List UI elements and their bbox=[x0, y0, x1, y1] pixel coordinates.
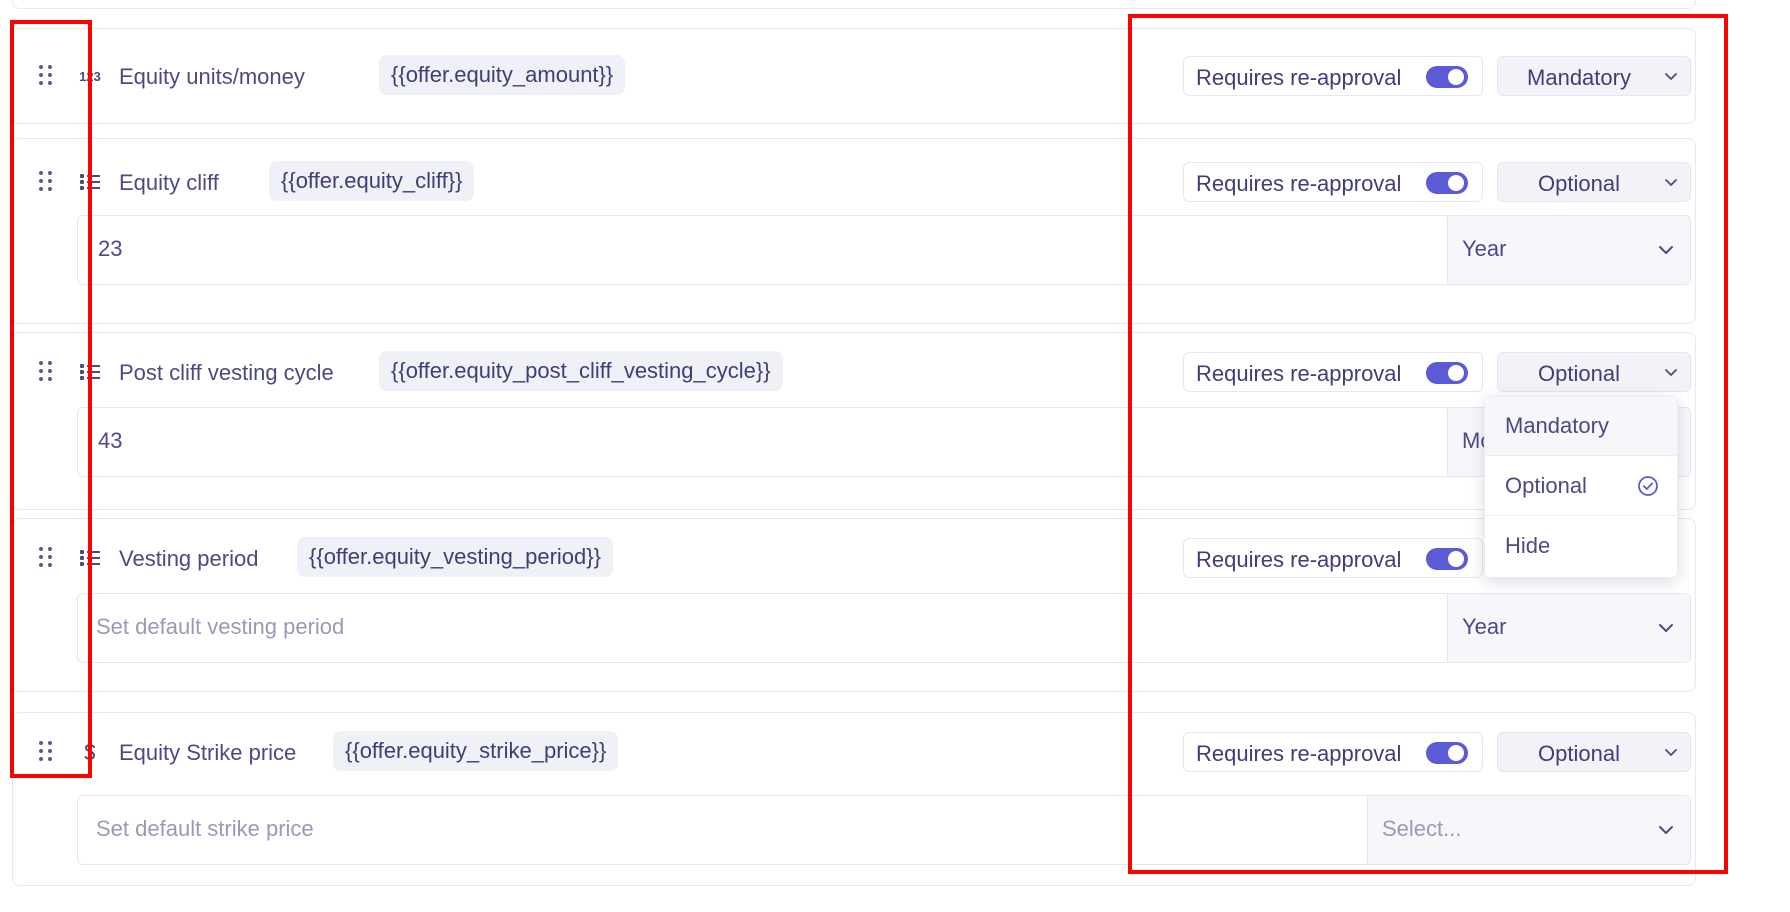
field-label: Equity cliff bbox=[119, 170, 219, 195]
field-label: Equity units/money bbox=[119, 64, 305, 89]
annotation-box-controls bbox=[1128, 14, 1728, 874]
field-label: Vesting period bbox=[119, 546, 259, 571]
field-label: Equity Strike price bbox=[119, 740, 297, 765]
variable-tag: {{offer.equity_amount}} bbox=[379, 55, 626, 95]
variable-tag: {{offer.equity_strike_price}} bbox=[333, 731, 619, 771]
variable-tag: {{offer.equity_cliff}} bbox=[269, 161, 475, 201]
previous-card-bottom bbox=[12, 0, 1696, 9]
variable-tag: {{offer.equity_post_cliff_vesting_cycle}… bbox=[379, 351, 783, 391]
input-placeholder: Set default strike price bbox=[96, 816, 314, 841]
variable-tag: {{offer.equity_vesting_period}} bbox=[297, 537, 613, 577]
input-value: 23 bbox=[98, 236, 123, 261]
annotation-box-drag-handles bbox=[10, 20, 92, 778]
field-label: Post cliff vesting cycle bbox=[119, 360, 334, 385]
input-placeholder: Set default vesting period bbox=[96, 614, 345, 639]
input-value: 43 bbox=[98, 428, 123, 453]
